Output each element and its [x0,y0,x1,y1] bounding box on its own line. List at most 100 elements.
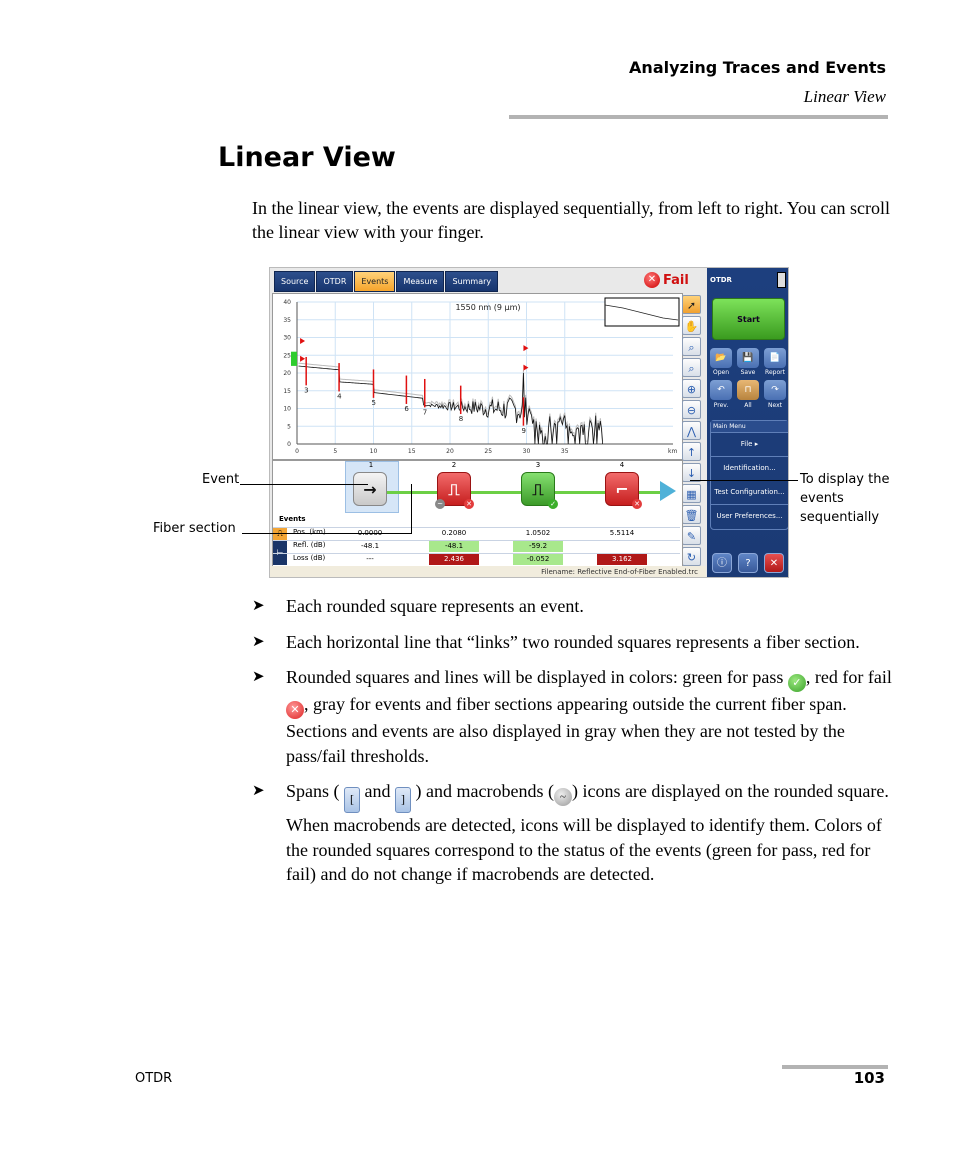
full-view-icon[interactable]: ⋀ [682,421,701,440]
callout-event-line [240,484,368,485]
trace-graph[interactable]: 0 5 10 15 20 25 30 35 40 35 30 25 20 15 10 5 0 km 1550 nm … [272,293,683,460]
bullet-item: ➤ Rounded squares and lines will be displ… [252,665,892,768]
x-tick-label: 15 [408,448,416,455]
pass-check-icon: ✓ [787,674,806,692]
y-tick-label: 20 [283,370,291,377]
page-title: Linear View [218,142,396,173]
menu-item-identification[interactable]: Identification... [711,456,788,480]
main-menu-header: Main Menu [711,421,788,432]
zoom-out-icon[interactable]: ⊖ [682,400,701,419]
tab-events[interactable]: Events [354,271,396,292]
bullet-text: Rounded squares and lines will be displa… [286,667,788,687]
submenu-arrow-icon: ▸ [754,440,759,448]
open-folder-icon[interactable]: 📂 [710,348,732,368]
next-trace-icon[interactable]: ↷ [764,380,786,400]
event-number: 2 [451,461,457,469]
trace-title: 1550 nm (9 µm) [455,303,520,312]
overview-inset [604,297,680,327]
report-icon[interactable]: 📄 [764,348,786,368]
prev-trace-icon[interactable]: ↶ [710,380,732,400]
event-marker-label: 8 [459,415,463,423]
bullet-text: Spans ( [286,781,340,801]
y-tick-label: 30 [283,335,291,342]
y-tick-label: 0 [287,441,291,448]
table-view-icon[interactable]: ▦ [682,484,701,503]
bullet-arrow-icon: ➤ [252,669,265,685]
event-marker-label: 9 [521,427,525,435]
callout-fiber-line [242,533,412,534]
help-icon[interactable]: ? [738,553,758,573]
prev-button-label[interactable]: Prev. [708,402,734,409]
pos-cell: 0.2080 [441,529,467,537]
event-marker-label: 6 [404,405,409,413]
event-mode-icon[interactable]: ⎍ [273,528,287,540]
next-button-label[interactable]: Next [762,402,788,409]
callout-fiber-section: Fiber section [153,521,236,536]
save-disk-icon[interactable]: 💾 [737,348,759,368]
y-tick-label: 40 [283,299,291,306]
bullet-item: ➤ Each horizontal line that “links” two r… [252,630,892,655]
fail-badge-icon: ✕ [464,499,474,509]
event-marker-label: 3 [304,386,308,394]
row-header-refl: Refl. (dB) [293,541,326,549]
x-tick-label: 35 [561,448,569,455]
pointer-tool-icon[interactable]: ➚ [682,295,701,314]
event-marker-label: 7 [423,408,427,416]
y-tick-label: 25 [283,352,291,359]
menu-item-file[interactable]: File ▸ [711,432,788,456]
footer-product: OTDR [135,1071,173,1086]
start-button[interactable]: Start [712,298,785,340]
bullet-text: and [360,781,395,801]
info-icon[interactable]: ⓘ [712,553,732,573]
bullet-text: , gray for events and fiber sections app… [286,694,847,766]
bullet-item: ➤ Spans ( [ and ] ) and macrobends (~) ic… [252,779,892,887]
zoom-area-icon[interactable]: ⌕ [682,337,701,356]
x-tick-label: 10 [370,448,378,455]
report-button-label[interactable]: Report [762,369,788,376]
span-marker [300,355,306,362]
menu-item-test-configuration[interactable]: Test Configuration... [711,480,788,504]
bullet-text: Each rounded square represents an event. [286,596,584,616]
refl-cell: -48.1 [429,541,479,552]
tab-summary[interactable]: Summary [445,271,499,292]
delete-icon[interactable]: 🗑 [682,505,701,524]
all-button-label[interactable]: All [735,402,761,409]
span-marker [300,338,306,345]
zoom-in-icon[interactable]: ⊕ [682,379,701,398]
pass-badge-icon: ✓ [548,499,558,509]
tab-source[interactable]: Source [274,271,316,292]
all-traces-icon[interactable]: ⊓ [737,380,759,400]
tab-bar: Source OTDR Events Measure Summary [274,271,499,292]
side-panel: OTDR b Start 📂 💾 📄 Open Save Report ↶ ⊓ … [707,268,788,577]
hand-tool-icon[interactable]: ✋ [682,316,701,335]
tab-otdr[interactable]: OTDR [316,271,354,292]
exit-icon[interactable]: ✕ [764,553,784,573]
x-tick-label: 0 [295,448,299,455]
loss-cell: 3.162 [597,554,647,565]
linear-view[interactable]: 1 2 3 4 → ⎍ ~ ✕ ⎍ ✓ ⌐ ✕ Events ⎍ ⊢ Pos. … [272,460,683,567]
launch-marker [291,351,297,366]
trace-line [298,365,604,445]
loss-cell: -0.052 [513,554,563,565]
battery-icon: b [777,272,786,288]
menu-item-user-preferences[interactable]: User Preferences... [711,504,788,528]
x-tick-label: 30 [523,448,531,455]
macrobend-icon: ~ [553,788,572,806]
zoom-fit-icon[interactable]: ⌕ [682,358,701,377]
edit-pencil-icon[interactable]: ✎ [682,526,701,545]
refl-cell [597,541,647,552]
refl-cell: -59.2 [513,541,563,552]
y-tick-label: 5 [287,423,291,430]
event-1-square[interactable]: → [353,472,387,506]
refresh-icon[interactable]: ↻ [682,547,701,566]
event-marker-label: 4 [337,393,342,401]
scroll-next-arrow-icon[interactable] [660,481,676,501]
pos-cell: 5.5114 [609,529,635,537]
save-button-label[interactable]: Save [735,369,761,376]
tab-measure[interactable]: Measure [396,271,445,292]
x-tick-label: 5 [333,448,337,455]
event-number: 3 [535,461,541,469]
fail-icon: ✕ [644,272,660,288]
scroll-up-icon[interactable]: ↑ [682,442,701,461]
open-button-label[interactable]: Open [708,369,734,376]
